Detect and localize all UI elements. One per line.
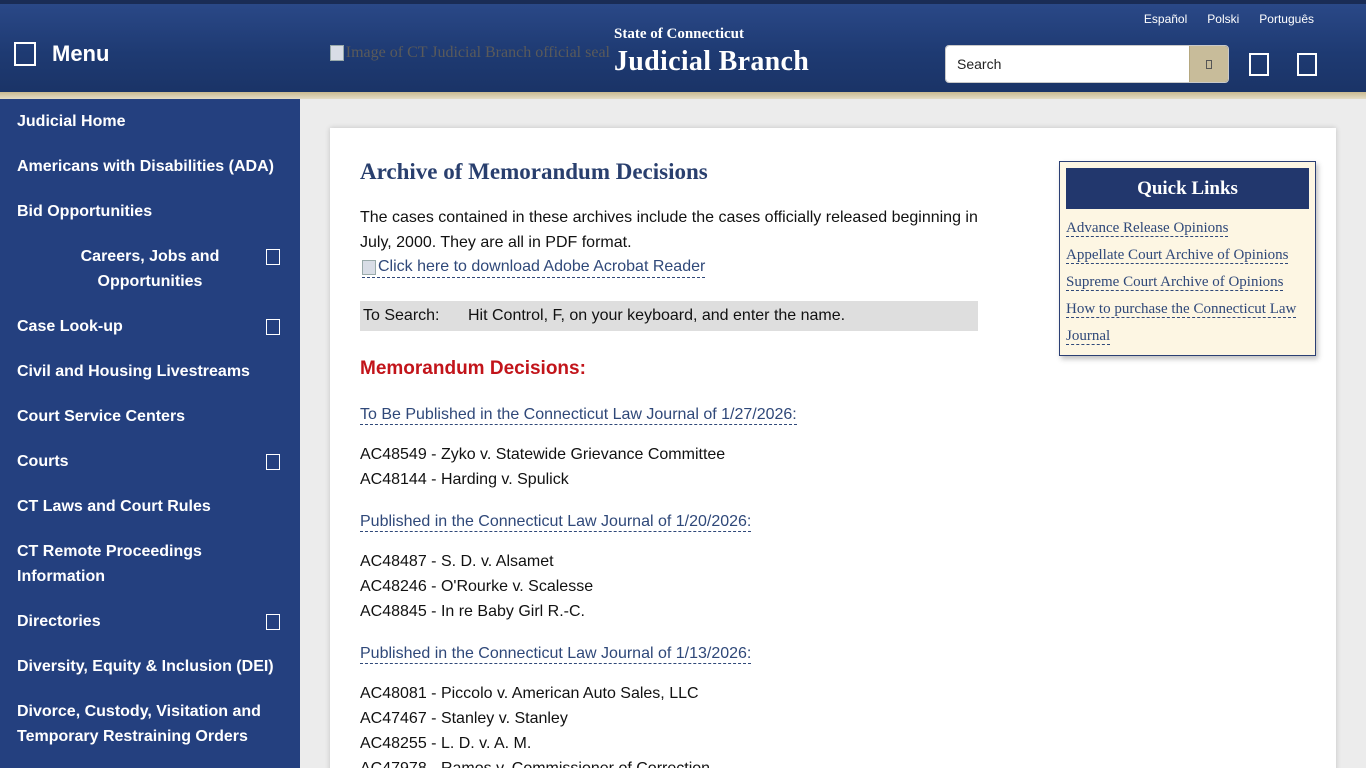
lang-espanol-link[interactable]: Español: [1144, 12, 1187, 26]
sidebar-item-careers[interactable]: Careers, Jobs and Opportunities: [0, 244, 300, 294]
site-header: Menu Image of CT Judicial Branch officia…: [0, 0, 1366, 95]
language-bar: Español Polski Português: [1144, 12, 1314, 26]
quick-links-list: Advance Release Opinions Appellate Court…: [1066, 215, 1309, 350]
quick-link-label: Advance Release Opinions: [1066, 220, 1229, 237]
sidebar-item-label: CT Remote Proceedings Information: [17, 543, 202, 585]
sidebar-item-bid-opportunities[interactable]: Bid Opportunities: [0, 199, 300, 224]
case-item: AC48549 - Zyko v. Statewide Grievance Co…: [360, 446, 726, 463]
broken-image-icon: [362, 259, 376, 275]
quick-link-purchase-journal[interactable]: How to purchase the Connecticut Law Jour…: [1066, 296, 1309, 350]
menu-button[interactable]: Menu: [14, 41, 109, 67]
journal-link-2026-01-13[interactable]: Published in the Connecticut Law Journal…: [360, 644, 752, 664]
lang-portugues-link[interactable]: Português: [1259, 12, 1314, 26]
judicial-seal-logo[interactable]: Image of CT Judicial Branch official sea…: [330, 44, 610, 62]
sidebar-item-label: Judicial Home: [17, 113, 126, 130]
journal-link-2026-01-27[interactable]: To Be Published in the Connecticut Law J…: [360, 405, 797, 425]
sidebar-item-ada[interactable]: Americans with Disabilities (ADA): [0, 154, 300, 179]
search-input[interactable]: [946, 46, 1189, 82]
quick-link-label: Appellate Court Archive of Opinions: [1066, 247, 1289, 264]
quick-links-title: Quick Links: [1066, 168, 1309, 209]
quick-link-label: How to purchase the Connecticut Law Jour…: [1066, 301, 1297, 345]
case-item: AC48081 - Piccolo v. American Auto Sales…: [360, 685, 699, 702]
broken-image-icon: [330, 45, 344, 61]
search-box: [945, 45, 1229, 83]
sidebar-item-label: Civil and Housing Livestreams: [17, 363, 250, 380]
case-item: AC48255 - L. D. v. A. M.: [360, 735, 532, 752]
search-note-text: Hit Control, F, on your keyboard, and en…: [468, 307, 846, 324]
intro-text: The cases contained in these archives in…: [360, 209, 978, 251]
sidebar-item-label: Case Look-up: [17, 318, 123, 335]
sidebar-item-directories[interactable]: Directories: [0, 609, 300, 634]
sidebar-item-label: Americans with Disabilities (ADA): [17, 158, 274, 175]
quick-link-appellate-archive[interactable]: Appellate Court Archive of Opinions: [1066, 242, 1309, 269]
search-icon: [1206, 59, 1212, 69]
account-icon[interactable]: [1249, 53, 1269, 76]
header-divider: [0, 92, 1366, 99]
sidebar-item-courts[interactable]: Courts: [0, 449, 300, 474]
quick-link-advance-release[interactable]: Advance Release Opinions: [1066, 215, 1309, 242]
search-instructions: To Search: Hit Control, F, on your keybo…: [360, 301, 978, 331]
sidebar-nav: Judicial Home Americans with Disabilitie…: [0, 99, 300, 768]
sidebar-item-court-service-centers[interactable]: Court Service Centers: [0, 404, 300, 429]
expand-icon[interactable]: [266, 319, 280, 335]
expand-icon[interactable]: [266, 614, 280, 630]
quick-link-label: Supreme Court Archive of Opinions: [1066, 274, 1284, 291]
menu-label: Menu: [52, 41, 110, 66]
case-item: AC48845 - In re Baby Girl R.-C.: [360, 603, 585, 620]
sidebar-item-livestreams[interactable]: Civil and Housing Livestreams: [0, 359, 300, 384]
state-title: State of Connecticut: [614, 26, 744, 42]
sidebar-item-label: CT Laws and Court Rules: [17, 498, 211, 515]
sidebar-item-label: Bid Opportunities: [17, 203, 153, 220]
acrobat-download-link[interactable]: Click here to download Adobe Acrobat Rea…: [362, 257, 706, 278]
sidebar-item-label: Diversity, Equity & Inclusion (DEI): [17, 658, 274, 675]
branch-title[interactable]: Judicial Branch: [614, 46, 809, 78]
quick-link-supreme-archive[interactable]: Supreme Court Archive of Opinions: [1066, 269, 1309, 296]
sidebar-item-label: Directories: [17, 613, 101, 630]
logo-alt-text: Image of CT Judicial Branch official sea…: [345, 44, 610, 61]
settings-icon[interactable]: [1297, 53, 1317, 76]
sidebar-item-label: Divorce, Custody, Visitation and Tempora…: [17, 703, 261, 745]
case-item: AC47978 - Ramos v. Commissioner of Corre…: [360, 756, 710, 768]
lang-polski-link[interactable]: Polski: [1207, 12, 1239, 26]
expand-icon[interactable]: [266, 249, 280, 265]
expand-icon[interactable]: [266, 454, 280, 470]
case-item: AC48246 - O'Rourke v. Scalesse: [360, 578, 594, 595]
case-item: AC48487 - S. D. v. Alsamet: [360, 553, 554, 570]
quick-links-panel: Quick Links Advance Release Opinions App…: [1059, 161, 1316, 356]
menu-icon: [14, 42, 36, 66]
sidebar-item-label: Court Service Centers: [17, 408, 186, 425]
memorandum-heading: Memorandum Decisions:: [360, 358, 586, 379]
sidebar-item-remote-proceedings[interactable]: CT Remote Proceedings Information: [0, 539, 260, 589]
page-title: Archive of Memorandum Decisions: [360, 159, 708, 184]
sidebar-item-divorce-custody[interactable]: Divorce, Custody, Visitation and Tempora…: [0, 699, 280, 749]
search-note-label: To Search:: [363, 307, 440, 324]
sidebar-item-judicial-home[interactable]: Judicial Home: [0, 109, 300, 134]
sidebar-item-label: Careers, Jobs and Opportunities: [80, 248, 220, 290]
sidebar-item-label: Courts: [17, 453, 69, 470]
case-item: AC47467 - Stanley v. Stanley: [360, 710, 568, 727]
sidebar-item-laws-rules[interactable]: CT Laws and Court Rules: [0, 494, 300, 519]
acrobat-link-text: Click here to download Adobe Acrobat Rea…: [378, 258, 706, 275]
journal-link-2026-01-20[interactable]: Published in the Connecticut Law Journal…: [360, 512, 752, 532]
sidebar-item-dei[interactable]: Diversity, Equity & Inclusion (DEI): [0, 654, 300, 679]
sidebar-item-case-lookup[interactable]: Case Look-up: [0, 314, 300, 339]
search-button[interactable]: [1189, 46, 1228, 82]
main-content: Archive of Memorandum Decisions The case…: [330, 128, 1336, 768]
case-item: AC48144 - Harding v. Spulick: [360, 471, 569, 488]
